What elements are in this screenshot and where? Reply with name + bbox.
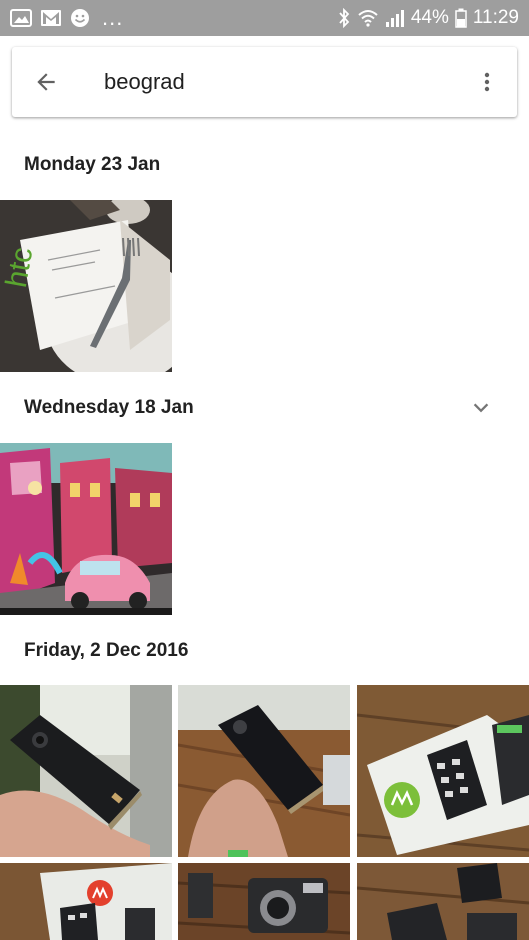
battery-icon: [455, 8, 467, 28]
status-bar: ... 44% 11:29: [0, 0, 529, 36]
section-date-label: Friday, 2 Dec 2016: [24, 640, 189, 661]
search-input[interactable]: beograd: [104, 69, 457, 95]
section-date-label: Monday 23 Jan: [24, 154, 161, 175]
gmail-notification-icon: [40, 8, 62, 28]
smiley-notification-icon: [70, 8, 90, 28]
clock: 11:29: [472, 7, 519, 28]
section-date-label: Wednesday 18 Jan: [24, 397, 194, 418]
more-notifications-indicator: ...: [102, 5, 124, 30]
photo-thumbnail-moto-box[interactable]: [357, 685, 529, 857]
signal-icon: [385, 8, 405, 28]
photo-thumbnail-moto-mods[interactable]: [357, 863, 529, 940]
expand-button[interactable]: [469, 396, 493, 420]
back-button[interactable]: [12, 47, 80, 117]
photo-thumbnail-moto-hand-1[interactable]: [0, 685, 172, 857]
photo-thumbnail-street-art[interactable]: [0, 443, 172, 615]
photo-thumbnail-htc-card[interactable]: htc: [0, 200, 172, 372]
svg-text:htc: htc: [0, 245, 39, 290]
bluetooth-icon: [337, 8, 351, 28]
battery-percentage: 44%: [410, 7, 449, 28]
date-header-monday-23-jan: Monday 23 Jan: [0, 145, 529, 185]
arrow-back-icon: [37, 73, 55, 91]
photo-thumbnail-moto-hand-2[interactable]: [178, 685, 350, 857]
chevron-down-icon: [473, 403, 489, 413]
wifi-icon: [357, 8, 379, 28]
gallery-notification-icon: [10, 8, 32, 28]
date-header-wednesday-18-jan: Wednesday 18 Jan: [0, 388, 529, 428]
photo-thumbnail-moto-camera-mod[interactable]: [178, 863, 350, 940]
more-options-button[interactable]: [457, 47, 517, 117]
date-header-friday-2-dec-2016: Friday, 2 Dec 2016: [0, 631, 529, 671]
search-bar: beograd: [12, 47, 517, 117]
more-vert-icon: [484, 72, 490, 92]
photo-thumbnail-moto-box-2[interactable]: [0, 863, 172, 940]
